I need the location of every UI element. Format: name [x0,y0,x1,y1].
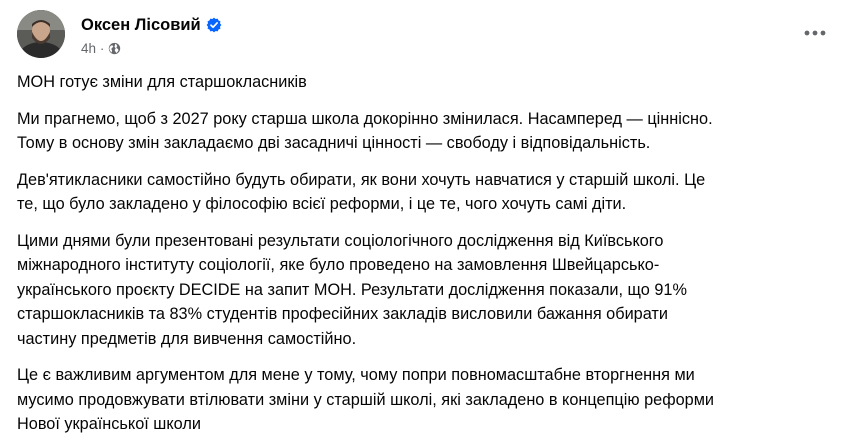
more-options-button[interactable] [797,14,833,50]
author-block: Оксен Лісовий 4h · [81,13,222,58]
post-body: МОН готує зміни для старшокласників Ми п… [17,70,831,442]
avatar[interactable] [17,10,65,58]
avatar-photo [17,10,65,58]
post-paragraph: Дев'ятикласники самостійно будуть обират… [17,170,706,214]
post-header: Оксен Лісовий 4h · [17,10,831,62]
meta-separator: · [100,40,105,56]
verified-badge-icon [206,17,222,33]
globe-icon[interactable] [108,42,121,55]
more-options-icon [804,23,826,41]
author-line: Оксен Лісовий [81,13,222,37]
facebook-post: Оксен Лісовий 4h · МОН готує зміни для с… [0,0,848,442]
post-timestamp[interactable]: 4h [81,41,96,56]
post-meta: 4h · [81,38,222,58]
post-paragraph: Ми прагнемо, щоб з 2027 року старша школ… [17,109,713,153]
post-paragraph: Цими днями були презентовані результати … [17,231,687,348]
post-paragraph: Це є важливим аргументом для мене у тому… [17,366,715,433]
post-paragraph-title: МОН готує зміни для старшокласників [17,73,307,91]
author-name[interactable]: Оксен Лісовий [81,16,201,35]
